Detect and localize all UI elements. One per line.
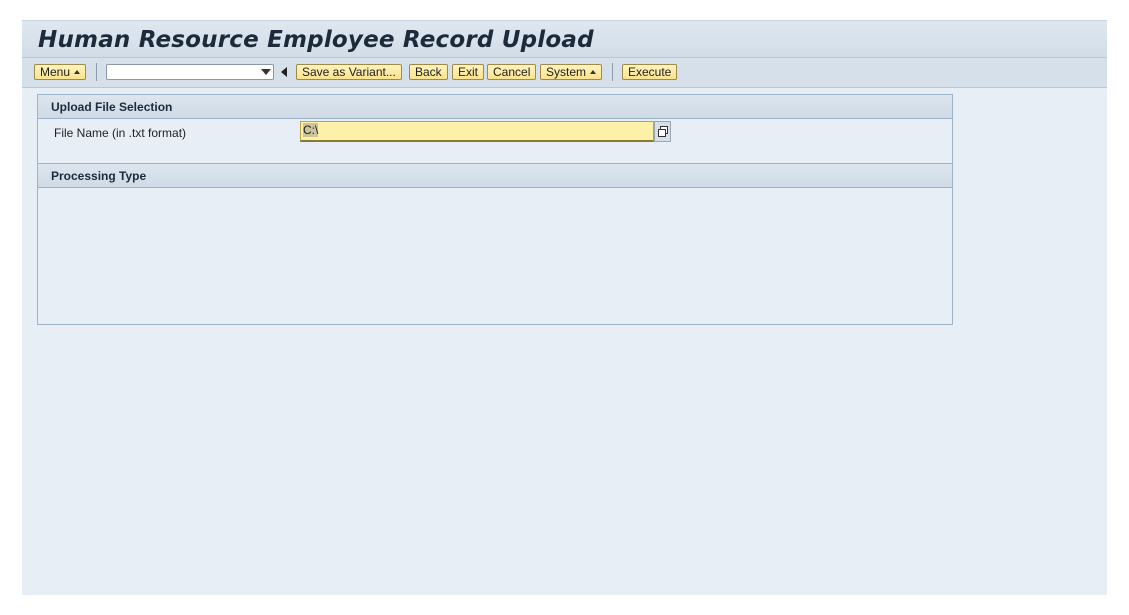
cancel-button[interactable]: Cancel xyxy=(487,64,537,80)
execute-button[interactable]: Execute xyxy=(622,64,678,80)
upload-file-selection-group: Upload File Selection File Name (in .txt… xyxy=(37,94,953,164)
system-button-label: System xyxy=(546,65,587,79)
upload-file-selection-header: Upload File Selection xyxy=(38,95,952,119)
back-button[interactable]: Back xyxy=(409,64,448,80)
processing-type-header: Processing Type xyxy=(38,164,952,188)
file-name-label: File Name (in .txt format) xyxy=(54,126,187,140)
dropdown-triangle-icon xyxy=(590,69,597,74)
exit-button[interactable]: Exit xyxy=(452,64,485,80)
file-name-value: C:\ xyxy=(303,123,319,137)
chevron-down-icon[interactable] xyxy=(261,69,271,75)
system-button[interactable]: System xyxy=(540,64,603,80)
value-help-icon-part xyxy=(658,129,666,137)
menu-button[interactable]: Menu xyxy=(34,64,87,80)
command-field[interactable] xyxy=(106,64,274,80)
menu-button-label: Menu xyxy=(40,65,71,79)
collapse-arrow-icon[interactable] xyxy=(281,67,287,77)
page-title: Human Resource Employee Record Upload xyxy=(38,27,594,53)
toolbar-separator xyxy=(612,63,613,81)
toolbar: Menu Save as Variant... Back Exit Cancel… xyxy=(22,57,1107,88)
dropdown-triangle-icon xyxy=(74,69,81,74)
value-help-button[interactable] xyxy=(654,121,671,142)
save-as-variant-button[interactable]: Save as Variant... xyxy=(296,64,402,80)
toolbar-separator xyxy=(96,63,97,81)
title-bar: Human Resource Employee Record Upload xyxy=(22,20,1107,57)
sap-window: Human Resource Employee Record Upload Me… xyxy=(22,20,1107,595)
processing-type-group: Processing Type xyxy=(37,163,953,325)
file-name-input[interactable]: C:\ xyxy=(300,121,654,142)
